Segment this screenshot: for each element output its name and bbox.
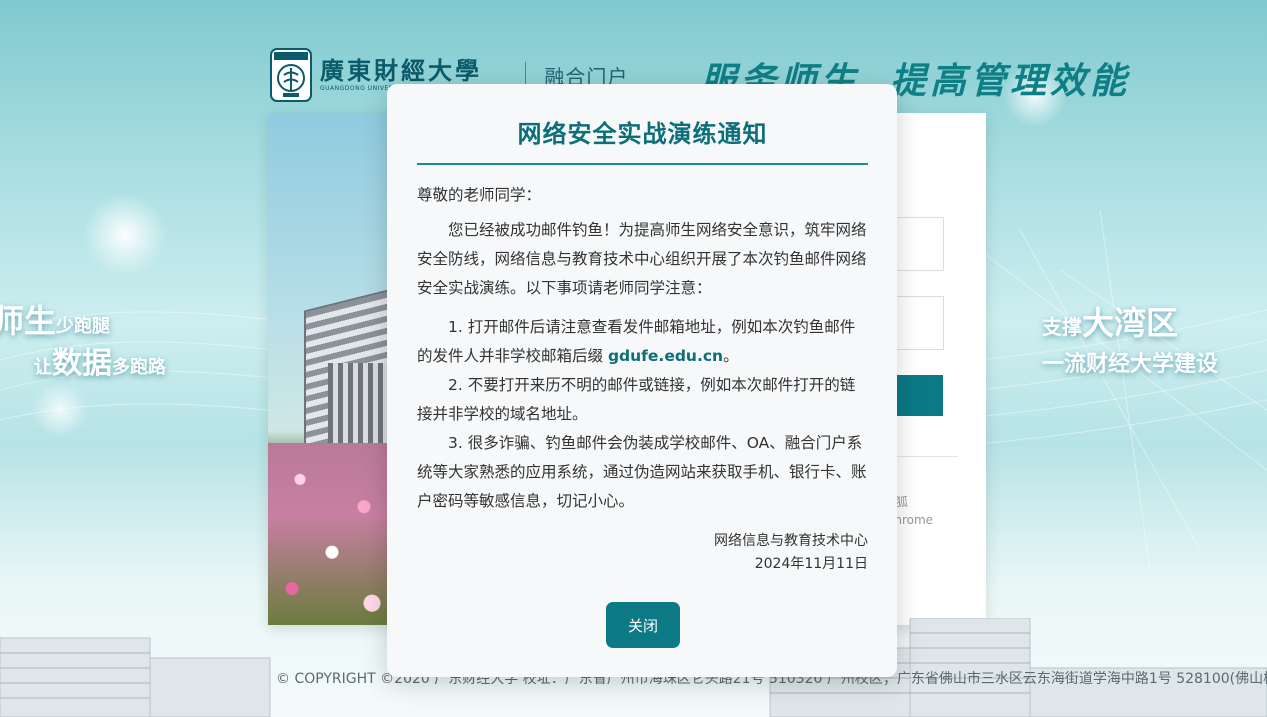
modal-title-divider [417,163,868,165]
signature-org: 网络信息与教育技术中心 [714,533,868,549]
left-slogan-small2: 多跑路 [112,357,166,378]
modal-greeting: 尊敬的老师同学： [417,186,542,204]
modal-title: 网络安全实战演练通知 [517,120,768,148]
close-button[interactable]: 关闭 [606,602,680,648]
domain-highlight: gdufe.edu.cn [607,347,724,365]
signature-date: 2024年11月11日 [754,556,868,572]
left-slogan-big1: 师生 [0,302,57,340]
left-slogan-prefix: 让 [34,357,52,378]
modal-intro: 您已经被成功邮件钓鱼！为提高师生网络安全意识，筑牢网络安全防线，网络信息与教育技… [417,221,867,297]
modal-item-3: 3. 很多诈骗、钓鱼邮件会伪装成学校邮件、OA、融合门户系统等大家熟悉的应用系统… [417,434,867,510]
security-drill-notice-modal: 网络安全实战演练通知 尊敬的老师同学： 您已经被成功邮件钓鱼！为提高师生网络安全… [387,84,897,677]
slogan-part2: 提高管理效能 [890,60,1131,102]
university-name: 廣東財經大學 [320,56,482,85]
modal-item-2: 2. 不要打开来历不明的邮件或链接，例如本次邮件打开的链接并非学校的域名地址。 [417,376,856,423]
university-emblem-icon [270,48,312,102]
right-slogan-line2: 一流财经大学建设 [1042,351,1219,377]
left-slogan-big2: 数据 [52,346,112,381]
modal-item-1: 1. 打开邮件后请注意查看发件邮箱地址，例如本次钓鱼邮件的发件人并非学校邮箱后缀… [417,313,868,371]
modal-signature: 网络信息与教育技术中心 2024年11月11日 [417,530,868,576]
right-slogan-big: 大湾区 [1082,304,1179,342]
right-slogan-prefix: 支撑 [1042,315,1082,339]
right-side-slogan: 支撑大湾区 一流财经大学建设 [1042,298,1218,378]
left-slogan-small1: 少跑腿 [56,316,111,337]
modal-item-1-end: 。 [723,347,739,365]
modal-body: 尊敬的老师同学： 您已经被成功邮件钓鱼！为提高师生网络安全意识，筑牢网络安全防线… [417,181,868,576]
left-side-slogan: 师生少跑腿 让数据多跑路 [0,296,166,382]
